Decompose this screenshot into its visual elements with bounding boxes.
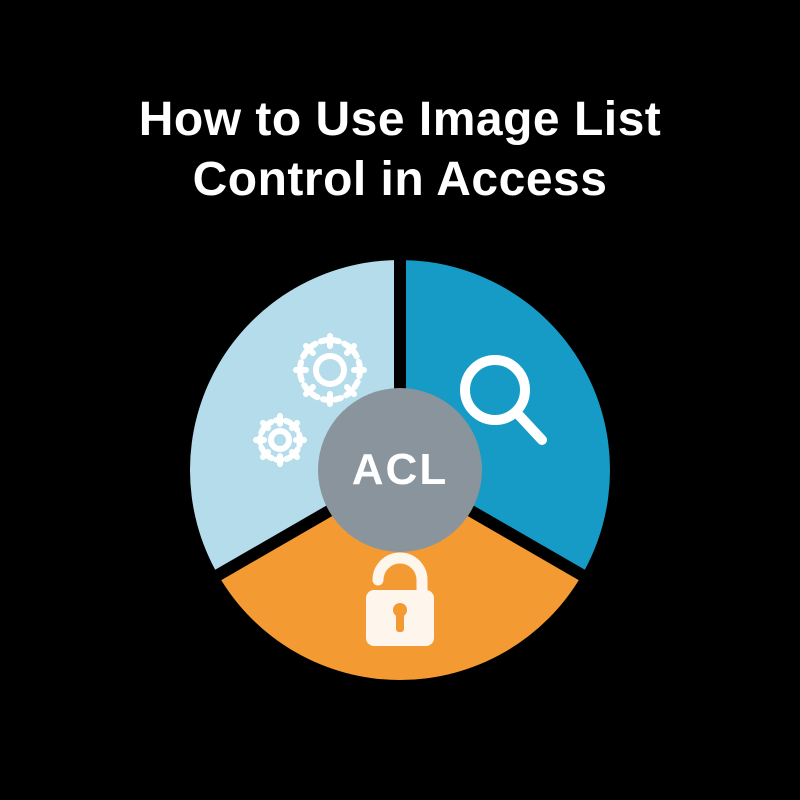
page-title: How to Use Image List Control in Access xyxy=(60,90,740,210)
acl-diagram: ACL xyxy=(180,250,620,690)
center-label: ACL xyxy=(352,445,448,495)
